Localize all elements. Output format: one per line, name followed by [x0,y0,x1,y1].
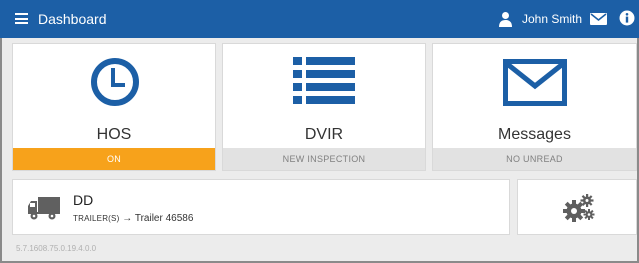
dvir-status: NEW INSPECTION [223,148,425,170]
dvir-label: DVIR [304,126,344,143]
hamburger-menu-icon[interactable] [15,13,28,24]
mail-icon[interactable] [590,13,607,25]
page-title: Dashboard [38,11,107,27]
messages-tile[interactable]: Messages NO UNREAD [432,43,637,171]
messages-label: Messages [498,126,571,143]
list-icon [293,57,355,104]
clock-icon [91,58,139,106]
dvir-tile[interactable]: DVIR NEW INSPECTION [222,43,426,171]
top-bar: Dashboard John Smith [0,0,639,38]
user-name[interactable]: John Smith [522,12,582,26]
trailer-info: TRAILER(S) → Trailer 46586 [73,213,193,224]
messages-status: NO UNREAD [433,148,636,170]
vehicle-tile[interactable]: DD TRAILER(S) → Trailer 46586 [12,179,510,235]
truck-icon [28,197,60,220]
vehicle-name: DD [73,192,94,208]
info-icon[interactable] [619,10,635,26]
settings-tile[interactable] [517,179,637,235]
version-text: 5.7.1608.75.0.19.4.0.0 [16,244,97,253]
envelope-icon [503,59,567,106]
hos-tile[interactable]: HOS ON [12,43,216,171]
hos-status: ON [13,148,215,170]
hos-label: HOS [96,126,132,143]
trailer-value: Trailer 46586 [134,213,194,224]
trailer-prefix: TRAILER(S) [73,214,120,223]
user-icon [499,12,512,27]
gears-icon [563,194,595,222]
trailer-arrow: → [122,213,133,224]
